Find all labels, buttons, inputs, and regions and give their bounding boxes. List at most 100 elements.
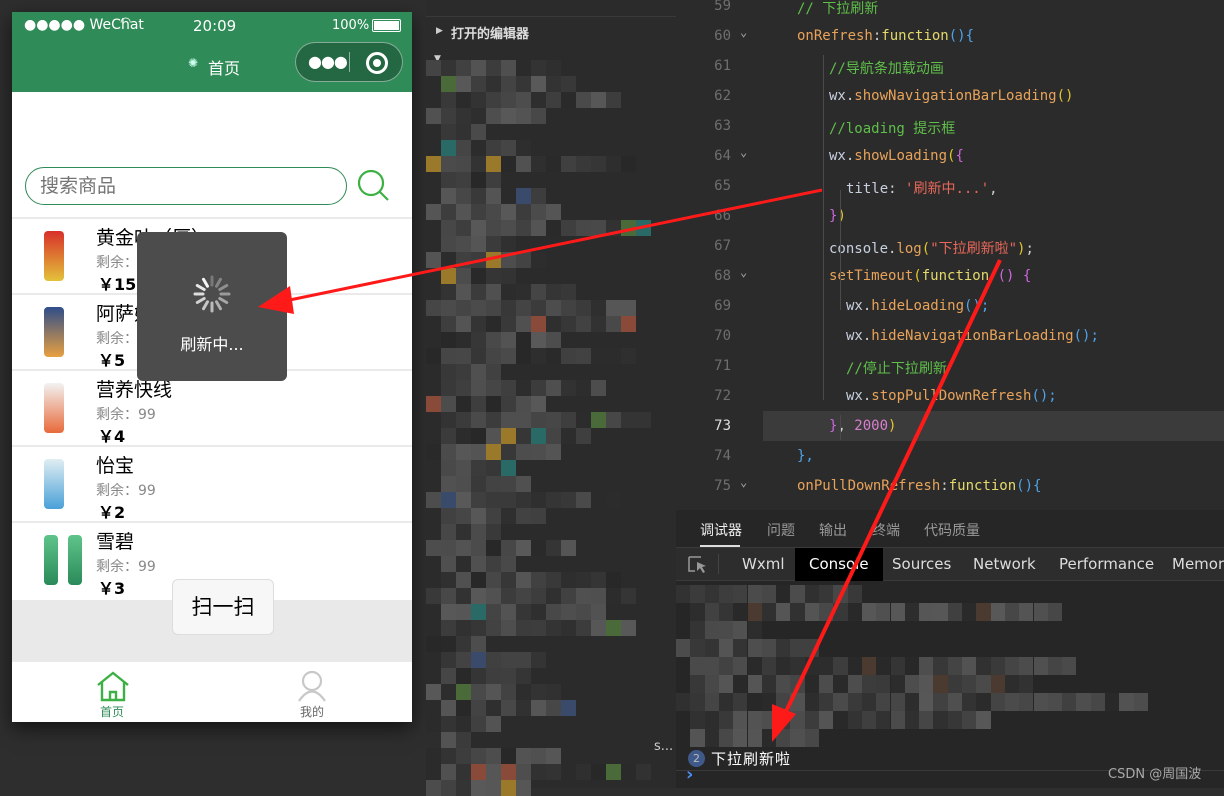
divider: [426, 16, 676, 17]
code-token: stopPullDownRefresh: [871, 388, 1032, 404]
product-item[interactable]: 怡宝 剩余：99 ￥2: [12, 445, 412, 522]
product-stock: 剩余：99: [96, 483, 156, 499]
line-number: 60: [714, 28, 731, 44]
code-token: (: [913, 268, 922, 284]
product-price: ￥5: [98, 351, 126, 370]
code-token: title: [846, 181, 889, 197]
battery-level: 100%: [332, 18, 370, 33]
product-price: ￥15: [98, 275, 137, 294]
line-number: 72: [714, 388, 731, 404]
panel-tab[interactable]: 问题: [767, 520, 795, 540]
line-number: 64: [714, 148, 731, 164]
code-token: (): [1056, 88, 1074, 104]
tab-label: 我的: [299, 705, 324, 719]
code-token: ();: [1031, 388, 1057, 404]
fold-chevron-icon[interactable]: ⌄: [740, 145, 747, 159]
code-token: function: [948, 478, 1017, 494]
line-number: 68: [714, 268, 731, 284]
code-token: (){: [948, 28, 975, 44]
devtools-tab-sources[interactable]: Sources: [878, 548, 965, 581]
code-token: //导航条加载动画: [829, 61, 944, 77]
code-token: log: [896, 241, 922, 257]
tab-mine[interactable]: 我的: [212, 662, 412, 722]
search-input[interactable]: [25, 167, 347, 205]
code-token: (: [921, 241, 931, 257]
code-token: hideNavigationBarLoading: [871, 328, 1074, 344]
panel-tab[interactable]: 终端: [872, 520, 900, 540]
line-number: 67: [714, 238, 731, 254]
indent-guide: [840, 190, 841, 310]
devtools-tab-network[interactable]: Network: [959, 548, 1050, 581]
loading-toast: 刷新中...: [137, 232, 287, 381]
product-image: [32, 303, 82, 363]
product-name: 雪碧: [96, 531, 135, 553]
fold-chevron-icon[interactable]: ⌄: [740, 265, 747, 279]
loading-spinner-icon: ✺: [188, 56, 199, 70]
code-token: wx: [829, 88, 846, 104]
code-token: showLoading: [854, 148, 948, 164]
code-token: onRefresh: [797, 28, 873, 44]
code-token: ,: [989, 181, 998, 197]
code-editor[interactable]: 59// 下拉刷新 60 ⌄ onRefresh:function(){61//导航条…: [676, 0, 1224, 510]
code-token: hideLoading: [871, 298, 965, 314]
tab-home[interactable]: 首页: [12, 662, 212, 722]
scan-button[interactable]: 扫一扫: [172, 579, 274, 635]
product-stock: 剩余：99: [96, 559, 156, 575]
close-miniprogram-button[interactable]: [366, 52, 388, 74]
line-number: 59: [714, 0, 731, 14]
code-token: wx: [846, 388, 863, 404]
code-token: // 下拉刷新: [797, 1, 879, 17]
code-token: wx: [846, 328, 863, 344]
product-image: [32, 379, 82, 439]
code-token: },: [797, 448, 814, 464]
devtools-tab-wxml[interactable]: Wxml: [728, 548, 799, 581]
code-token: ): [837, 208, 846, 224]
line-number: 69: [714, 298, 731, 314]
product-stock: 剩余：99: [96, 407, 156, 423]
code-token: showNavigationBarLoading: [854, 88, 1057, 104]
code-token: setTimeout: [829, 268, 914, 284]
open-editors-section[interactable]: 打开的编辑器: [451, 23, 529, 42]
line-number: 70: [714, 328, 731, 344]
code-token: "下拉刷新啦": [930, 241, 1018, 257]
toast-text: 刷新中...: [180, 335, 244, 354]
code-token: 2000: [854, 418, 889, 434]
collapsed-arrow-icon[interactable]: ▶: [436, 26, 443, 36]
divider: [718, 554, 719, 574]
devtools-tab-console[interactable]: Console: [795, 548, 883, 581]
product-name: 怡宝: [96, 455, 135, 477]
line-number: 73: [714, 418, 731, 434]
code-token: wx: [829, 148, 846, 164]
panel-tab[interactable]: 输出: [819, 520, 847, 540]
product-image: [32, 455, 82, 515]
code-token: //loading 提示框: [829, 121, 956, 137]
search-icon[interactable]: [356, 168, 392, 204]
inspect-element-icon[interactable]: [688, 556, 708, 574]
line-number: 75: [714, 478, 731, 494]
fold-chevron-icon[interactable]: ⌄: [740, 475, 747, 489]
code-token: onPullDownRefresh: [797, 478, 941, 494]
clock: 20:09: [193, 17, 237, 35]
tab-label: 首页: [99, 705, 124, 719]
line-number: 62: [714, 88, 731, 104]
code-token: {: [955, 148, 964, 164]
devtools-tabs: Wxml Console Sources Network Performance Memo…: [676, 547, 1224, 581]
line-number: 71: [714, 358, 731, 374]
console-prompt[interactable]: ›: [686, 764, 693, 785]
navigation-bar: ✺ 首页 ●●●: [12, 40, 412, 92]
home-icon: [97, 671, 129, 702]
devtools-tab-performance[interactable]: Performance: [1045, 548, 1168, 581]
panel-tab[interactable]: 代码质量: [924, 520, 980, 540]
fold-chevron-icon[interactable]: ⌄: [740, 25, 747, 39]
line-number: 61: [714, 58, 731, 74]
status-bar: ●●●●● WeChat ◠ 20:09 100%: [12, 12, 412, 40]
devtools-tab-memory[interactable]: Memory: [1158, 548, 1224, 581]
product-price: ￥3: [98, 579, 126, 598]
product-price: ￥4: [98, 427, 126, 446]
line-number: 74: [714, 448, 731, 464]
battery-icon: [372, 19, 401, 32]
line-number: 65: [714, 178, 731, 194]
loading-spinner-icon: [193, 275, 231, 313]
panel-tab[interactable]: 调试器: [700, 520, 742, 540]
more-button[interactable]: ●●●: [308, 52, 348, 71]
